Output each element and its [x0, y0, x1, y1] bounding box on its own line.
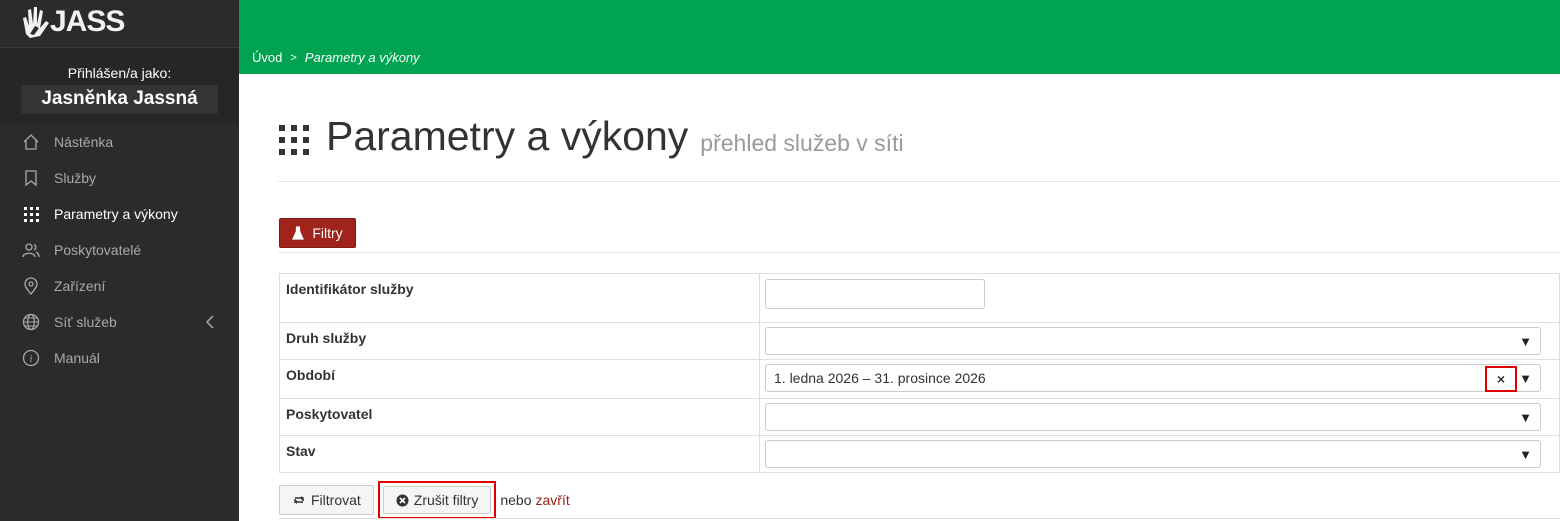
filters-toggle-button[interactable]: Filtry — [279, 218, 356, 248]
provider-select[interactable]: ▼ — [765, 403, 1541, 431]
sidebar-item-parametry[interactable]: Parametry a výkony — [0, 196, 239, 232]
app-logo[interactable]: JASS — [20, 4, 125, 40]
sidebar-item-manual[interactable]: i Manuál — [0, 340, 239, 376]
hands-logo-icon — [23, 7, 49, 38]
filter-row: Poskytovatel ▼ — [279, 399, 1560, 436]
sidebar-item-zarizeni[interactable]: Zařízení — [0, 268, 239, 304]
cancel-highlight: Zrušit filtry — [377, 481, 497, 519]
status-select[interactable]: ▼ — [765, 440, 1541, 468]
sidebar-item-label: Služby — [54, 170, 97, 186]
filter-label: Stav — [280, 436, 760, 472]
top-bar: Úvod > Parametry a výkony — [239, 0, 1560, 74]
filter-row: Stav ▼ — [279, 436, 1560, 473]
sidebar-item-label: Manuál — [54, 350, 100, 366]
caret-down-icon: ▼ — [1519, 447, 1532, 462]
refresh-icon — [294, 496, 304, 504]
user-name: Jasněnka Jassná — [21, 85, 218, 114]
remove-circle-icon — [396, 494, 409, 506]
filters-table: Identifikátor služby Druh služby ▼ Obdob… — [279, 273, 1560, 473]
main-content: Parametry a výkony přehled služeb v síti… — [239, 74, 1560, 521]
filter-cell: ▼ — [760, 323, 1559, 359]
filter-cell — [760, 274, 1559, 322]
globe-icon — [22, 313, 40, 331]
sidebar-item-sit-sluzeb[interactable]: Síť služeb — [0, 304, 239, 340]
close-link[interactable]: zavřít — [536, 492, 570, 508]
breadcrumb-home[interactable]: Úvod — [252, 50, 282, 65]
or-text: nebo — [500, 492, 532, 508]
filter-apply-button[interactable]: Filtrovat — [279, 485, 374, 515]
divider — [278, 252, 1560, 253]
svg-text:i: i — [30, 354, 33, 365]
page-subtitle: přehled služeb v síti — [700, 130, 904, 156]
sidebar-item-label: Poskytovatelé — [54, 242, 142, 258]
cancel-filters-label: Zrušit filtry — [413, 492, 479, 508]
filters-toggle-label: Filtry — [312, 225, 343, 241]
logo-bar: JASS — [0, 0, 239, 48]
filter-actions: Filtrovat Zrušit filtry nebo zavřít — [279, 481, 570, 519]
service-id-input[interactable] — [765, 279, 985, 309]
sidebar-menu: Nástěnka Služby Parametry a výkony Posky… — [0, 124, 239, 376]
flask-icon — [292, 226, 305, 240]
cancel-filters-button[interactable]: Zrušit filtry — [382, 486, 492, 514]
filter-label: Druh služby — [280, 323, 760, 359]
map-pin-icon — [22, 277, 40, 295]
sidebar-item-label: Síť služeb — [54, 314, 117, 330]
sidebar-item-label: Nástěnka — [54, 134, 114, 150]
filter-label: Poskytovatel — [280, 399, 760, 435]
logo-text: JASS — [50, 5, 125, 38]
info-icon: i — [22, 349, 40, 367]
sidebar-item-nastenka[interactable]: Nástěnka — [0, 124, 239, 160]
filter-row: Období 1. ledna 2026 – 31. prosince 2026… — [279, 360, 1560, 399]
sidebar-item-poskytovatele[interactable]: Poskytovatelé — [0, 232, 239, 268]
filter-row: Identifikátor služby — [279, 273, 1560, 323]
grid-icon — [278, 124, 310, 159]
period-select[interactable]: 1. ledna 2026 – 31. prosince 2026 × ▼ — [765, 364, 1541, 392]
caret-down-icon: ▼ — [1519, 371, 1532, 386]
login-label: Přihlášen/a jako: — [67, 65, 172, 81]
users-icon — [22, 241, 40, 259]
breadcrumb-current: Parametry a výkony — [304, 50, 420, 65]
filter-cell: 1. ledna 2026 – 31. prosince 2026 × ▼ — [760, 360, 1559, 398]
filter-cell: ▼ — [760, 436, 1559, 472]
home-icon — [22, 133, 40, 151]
filter-cell: ▼ — [760, 399, 1559, 435]
divider — [279, 518, 1560, 519]
service-type-select[interactable]: ▼ — [765, 327, 1541, 355]
sidebar-item-sluzby[interactable]: Služby — [0, 160, 239, 196]
caret-down-icon: ▼ — [1519, 334, 1532, 349]
bookmark-icon — [22, 169, 40, 187]
sidebar-item-label: Zařízení — [54, 278, 106, 294]
filter-label: Období — [280, 360, 760, 398]
filter-row: Druh služby ▼ — [279, 323, 1560, 360]
breadcrumb-separator: > — [290, 51, 297, 64]
clear-selection-icon[interactable]: × — [1485, 366, 1517, 392]
sidebar-item-label: Parametry a výkony — [54, 206, 178, 222]
filter-apply-label: Filtrovat — [311, 492, 361, 508]
caret-down-icon: ▼ — [1519, 410, 1532, 425]
select-value: 1. ledna 2026 – 31. prosince 2026 — [774, 370, 986, 386]
page-title: Parametry a výkony — [326, 113, 689, 159]
page-header: Parametry a výkony přehled služeb v síti — [278, 112, 1560, 182]
login-box: Přihlášen/a jako: Jasněnka Jassná — [0, 48, 239, 124]
chevron-left-icon[interactable] — [205, 315, 215, 332]
breadcrumb: Úvod > Parametry a výkony — [252, 50, 420, 65]
filter-label: Identifikátor služby — [280, 274, 760, 322]
grid-icon — [22, 205, 40, 223]
sidebar: JASS Přihlášen/a jako: Jasněnka Jassná N… — [0, 0, 239, 521]
